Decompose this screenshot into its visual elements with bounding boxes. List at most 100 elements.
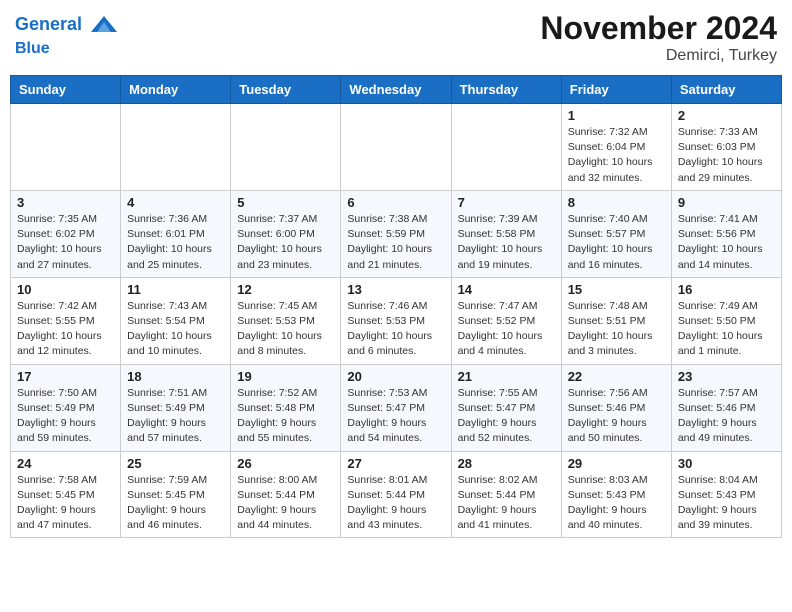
page-header: General Blue November 2024 Demirci, Turk…	[10, 10, 782, 65]
day-info: Sunrise: 7:37 AMSunset: 6:00 PMDaylight:…	[237, 212, 334, 273]
location: Demirci, Turkey	[540, 47, 777, 65]
day-number: 22	[568, 369, 665, 384]
calendar-cell: 23Sunrise: 7:57 AMSunset: 5:46 PMDayligh…	[671, 364, 781, 451]
weekday-header: Monday	[121, 76, 231, 104]
calendar-cell: 20 Sunrise: 7:53 AMSunset: 5:47 PMDayligh…	[341, 364, 451, 451]
day-info: Sunrise: 8:03 AMSunset: 5:43 PMDaylight:…	[568, 473, 665, 534]
month-title: November 2024	[540, 10, 777, 47]
day-info: Sunrise: 7:47 AMSunset: 5:52 PMDaylight:…	[458, 299, 555, 360]
day-number: 10	[17, 282, 114, 297]
day-info: Sunrise: 8:00 AMSunset: 5:44 PMDaylight:…	[237, 473, 334, 534]
calendar-table: SundayMondayTuesdayWednesdayThursdayFrid…	[10, 75, 782, 538]
day-number: 30	[678, 456, 775, 471]
calendar-week-row: 3 Sunrise: 7:35 AMSunset: 6:02 PMDaylight…	[11, 190, 782, 277]
day-number: 4	[127, 195, 224, 210]
day-number: 23	[678, 369, 775, 384]
calendar-cell: 3 Sunrise: 7:35 AMSunset: 6:02 PMDaylight…	[11, 190, 121, 277]
title-section: November 2024 Demirci, Turkey	[540, 10, 777, 65]
logo-blue: Blue	[15, 40, 119, 58]
calendar-cell: 12 Sunrise: 7:45 AMSunset: 5:53 PMDayligh…	[231, 277, 341, 364]
calendar-cell: 5 Sunrise: 7:37 AMSunset: 6:00 PMDaylight…	[231, 190, 341, 277]
calendar-cell: 4 Sunrise: 7:36 AMSunset: 6:01 PMDaylight…	[121, 190, 231, 277]
day-info: Sunrise: 7:49 AMSunset: 5:50 PMDaylight:…	[678, 299, 775, 360]
calendar-cell: 19 Sunrise: 7:52 AMSunset: 5:48 PMDayligh…	[231, 364, 341, 451]
calendar-cell: 11Sunrise: 7:43 AMSunset: 5:54 PMDayligh…	[121, 277, 231, 364]
day-info: Sunrise: 8:02 AMSunset: 5:44 PMDaylight:…	[458, 473, 555, 534]
calendar-cell: 16 Sunrise: 7:49 AMSunset: 5:50 PMDayligh…	[671, 277, 781, 364]
day-number: 15	[568, 282, 665, 297]
calendar-week-row: 24 Sunrise: 7:58 AMSunset: 5:45 PMDayligh…	[11, 451, 782, 538]
day-info: Sunrise: 7:35 AMSunset: 6:02 PMDaylight:…	[17, 212, 114, 273]
day-number: 27	[347, 456, 444, 471]
day-info: Sunrise: 7:58 AMSunset: 5:45 PMDaylight:…	[17, 473, 114, 534]
day-number: 5	[237, 195, 334, 210]
calendar-cell: 21Sunrise: 7:55 AMSunset: 5:47 PMDayligh…	[451, 364, 561, 451]
day-number: 2	[678, 108, 775, 123]
calendar-cell: 29Sunrise: 8:03 AMSunset: 5:43 PMDayligh…	[561, 451, 671, 538]
calendar-cell: 15Sunrise: 7:48 AMSunset: 5:51 PMDayligh…	[561, 277, 671, 364]
calendar-cell: 9Sunrise: 7:41 AMSunset: 5:56 PMDaylight…	[671, 190, 781, 277]
calendar-cell	[341, 104, 451, 191]
day-number: 1	[568, 108, 665, 123]
day-info: Sunrise: 7:52 AMSunset: 5:48 PMDaylight:…	[237, 386, 334, 447]
day-info: Sunrise: 7:32 AMSunset: 6:04 PMDaylight:…	[568, 125, 665, 186]
day-info: Sunrise: 7:40 AMSunset: 5:57 PMDaylight:…	[568, 212, 665, 273]
logo-text: General	[15, 10, 119, 40]
calendar-cell: 13Sunrise: 7:46 AMSunset: 5:53 PMDayligh…	[341, 277, 451, 364]
weekday-header: Saturday	[671, 76, 781, 104]
day-number: 12	[237, 282, 334, 297]
calendar-week-row: 17Sunrise: 7:50 AMSunset: 5:49 PMDayligh…	[11, 364, 782, 451]
day-info: Sunrise: 7:51 AMSunset: 5:49 PMDaylight:…	[127, 386, 224, 447]
day-info: Sunrise: 7:53 AMSunset: 5:47 PMDaylight:…	[347, 386, 444, 447]
calendar-cell: 18 Sunrise: 7:51 AMSunset: 5:49 PMDayligh…	[121, 364, 231, 451]
day-number: 28	[458, 456, 555, 471]
day-info: Sunrise: 7:38 AMSunset: 5:59 PMDaylight:…	[347, 212, 444, 273]
weekday-header: Friday	[561, 76, 671, 104]
calendar-cell: 17Sunrise: 7:50 AMSunset: 5:49 PMDayligh…	[11, 364, 121, 451]
calendar-cell	[231, 104, 341, 191]
weekday-header: Wednesday	[341, 76, 451, 104]
calendar-header-row: SundayMondayTuesdayWednesdayThursdayFrid…	[11, 76, 782, 104]
calendar-cell	[11, 104, 121, 191]
calendar-cell	[121, 104, 231, 191]
calendar-cell	[451, 104, 561, 191]
day-number: 18	[127, 369, 224, 384]
day-info: Sunrise: 7:42 AMSunset: 5:55 PMDaylight:…	[17, 299, 114, 360]
day-number: 16	[678, 282, 775, 297]
day-info: Sunrise: 7:45 AMSunset: 5:53 PMDaylight:…	[237, 299, 334, 360]
day-number: 26	[237, 456, 334, 471]
calendar-cell: 10 Sunrise: 7:42 AMSunset: 5:55 PMDayligh…	[11, 277, 121, 364]
calendar-cell: 8 Sunrise: 7:40 AMSunset: 5:57 PMDaylight…	[561, 190, 671, 277]
calendar-cell: 28 Sunrise: 8:02 AMSunset: 5:44 PMDayligh…	[451, 451, 561, 538]
day-number: 19	[237, 369, 334, 384]
day-info: Sunrise: 7:39 AMSunset: 5:58 PMDaylight:…	[458, 212, 555, 273]
day-number: 3	[17, 195, 114, 210]
day-info: Sunrise: 7:56 AMSunset: 5:46 PMDaylight:…	[568, 386, 665, 447]
calendar-week-row: 1 Sunrise: 7:32 AMSunset: 6:04 PMDaylight…	[11, 104, 782, 191]
day-number: 8	[568, 195, 665, 210]
day-info: Sunrise: 8:01 AMSunset: 5:44 PMDaylight:…	[347, 473, 444, 534]
calendar-cell: 24 Sunrise: 7:58 AMSunset: 5:45 PMDayligh…	[11, 451, 121, 538]
calendar-cell: 26 Sunrise: 8:00 AMSunset: 5:44 PMDayligh…	[231, 451, 341, 538]
day-info: Sunrise: 7:36 AMSunset: 6:01 PMDaylight:…	[127, 212, 224, 273]
logo-general: General	[15, 14, 82, 34]
day-info: Sunrise: 7:33 AMSunset: 6:03 PMDaylight:…	[678, 125, 775, 186]
calendar-week-row: 10 Sunrise: 7:42 AMSunset: 5:55 PMDayligh…	[11, 277, 782, 364]
calendar-cell: 27 Sunrise: 8:01 AMSunset: 5:44 PMDayligh…	[341, 451, 451, 538]
weekday-header: Tuesday	[231, 76, 341, 104]
calendar-cell: 30 Sunrise: 8:04 AMSunset: 5:43 PMDayligh…	[671, 451, 781, 538]
day-number: 7	[458, 195, 555, 210]
calendar-cell: 22 Sunrise: 7:56 AMSunset: 5:46 PMDayligh…	[561, 364, 671, 451]
day-info: Sunrise: 8:04 AMSunset: 5:43 PMDaylight:…	[678, 473, 775, 534]
day-info: Sunrise: 7:41 AMSunset: 5:56 PMDaylight:…	[678, 212, 775, 273]
calendar-cell: 14Sunrise: 7:47 AMSunset: 5:52 PMDayligh…	[451, 277, 561, 364]
calendar-cell: 7 Sunrise: 7:39 AMSunset: 5:58 PMDaylight…	[451, 190, 561, 277]
day-info: Sunrise: 7:46 AMSunset: 5:53 PMDaylight:…	[347, 299, 444, 360]
weekday-header: Thursday	[451, 76, 561, 104]
calendar-cell: 1 Sunrise: 7:32 AMSunset: 6:04 PMDaylight…	[561, 104, 671, 191]
logo: General Blue	[15, 10, 119, 58]
calendar-cell: 2 Sunrise: 7:33 AMSunset: 6:03 PMDaylight…	[671, 104, 781, 191]
day-number: 6	[347, 195, 444, 210]
day-number: 24	[17, 456, 114, 471]
day-number: 20	[347, 369, 444, 384]
